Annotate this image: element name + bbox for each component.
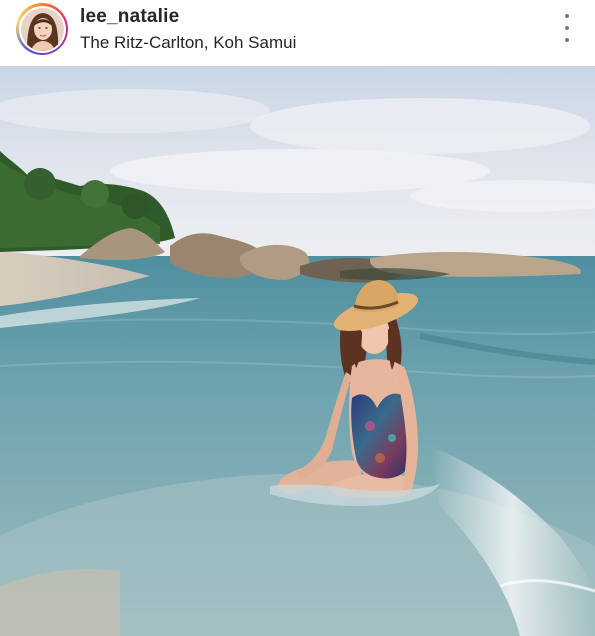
more-options-icon: [565, 14, 569, 18]
post-photo[interactable]: [0, 66, 595, 636]
more-options-icon-dot: [565, 38, 569, 42]
post-header: lee_natalie The Ritz-Carlton, Koh Samui: [0, 0, 595, 66]
more-options-icon-dot: [565, 26, 569, 30]
more-options-button[interactable]: [557, 14, 577, 42]
location-link[interactable]: The Ritz-Carlton, Koh Samui: [80, 33, 296, 53]
username-link[interactable]: lee_natalie: [80, 6, 179, 28]
avatar-gap: [18, 5, 66, 53]
avatar[interactable]: [20, 7, 64, 51]
story-ring[interactable]: [16, 3, 68, 55]
avatar-image: [20, 7, 64, 51]
